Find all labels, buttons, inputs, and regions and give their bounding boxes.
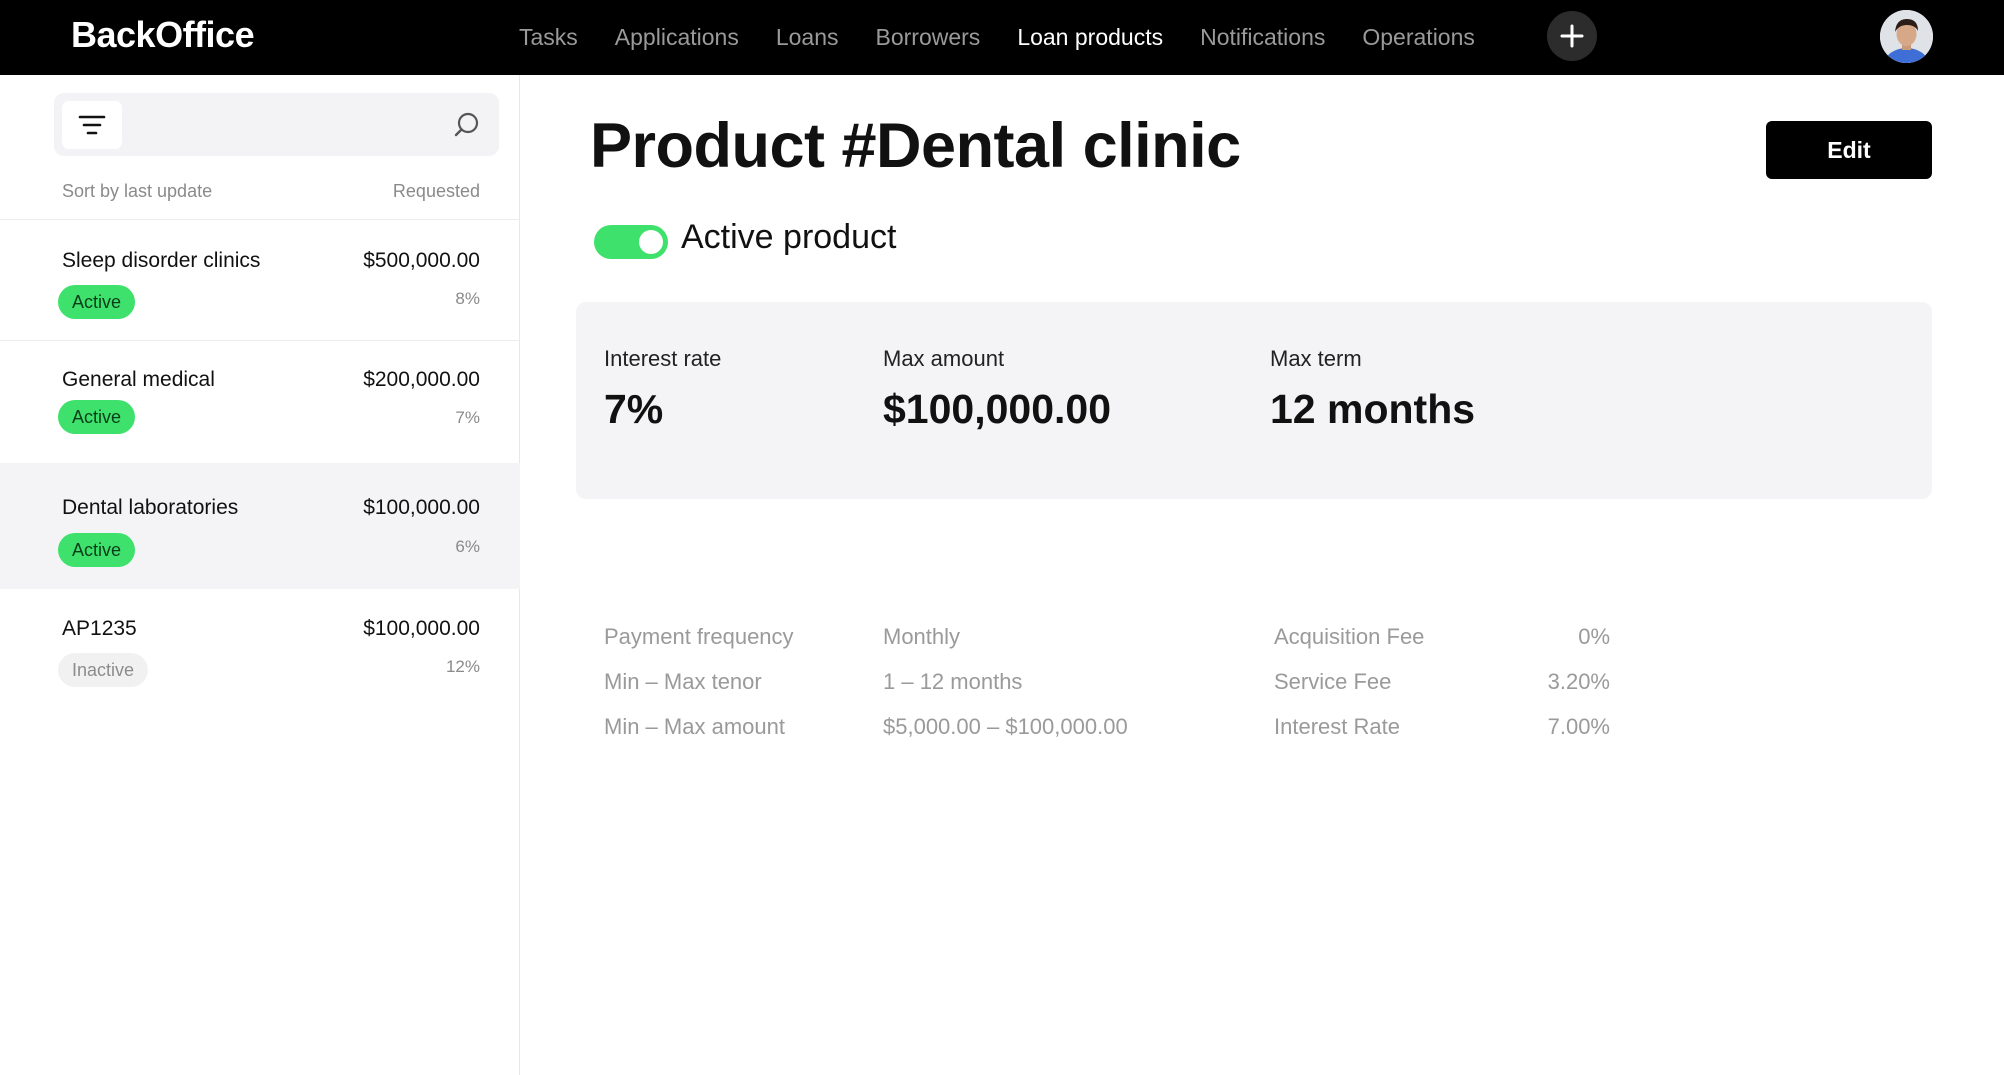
list-header: Sort by last update Requested (62, 181, 480, 202)
search-input[interactable] (132, 103, 432, 147)
detail-label: Payment frequency (604, 624, 794, 649)
nav-item-loan-products[interactable]: Loan products (1017, 24, 1163, 51)
nav-item-borrowers[interactable]: Borrowers (876, 24, 981, 51)
detail-value: $5,000.00 – $100,000.00 (883, 714, 1128, 739)
sort-by-control[interactable]: Sort by last update (62, 181, 212, 202)
plus-icon (1560, 24, 1584, 48)
user-portrait-icon (1880, 10, 1933, 63)
nav-item-operations[interactable]: Operations (1362, 24, 1475, 51)
fee-value: 7.00% (1547, 714, 1610, 739)
nav-item-applications[interactable]: Applications (615, 24, 739, 51)
user-avatar[interactable] (1880, 10, 1933, 63)
fee-label: Service Fee (1274, 669, 1392, 694)
product-list-item[interactable]: AP1235 $100,000.00 Inactive 12% (0, 589, 520, 709)
active-product-toggle[interactable] (594, 225, 668, 259)
brand-logo[interactable]: BackOffice (71, 14, 255, 56)
detail-value: 1 – 12 months (883, 669, 1023, 694)
filter-icon (78, 115, 106, 135)
search-bar (54, 93, 499, 156)
page-title: Product #Dental clinic (590, 111, 1241, 181)
top-navigation-bar: BackOffice Tasks Applications Loans Borr… (0, 0, 2004, 75)
product-name: General medical (62, 368, 215, 391)
product-list-item[interactable]: General medical $200,000.00 Active 7% (0, 341, 520, 462)
product-name: Dental laboratories (62, 496, 239, 519)
toggle-label: Active product (681, 218, 897, 256)
key-terms-card: Interest rate 7% Max amount $100,000.00 … (576, 302, 1932, 499)
fee-value: 3.20% (1547, 669, 1610, 694)
product-list-item[interactable]: Sleep disorder clinics $500,000.00 Activ… (0, 220, 520, 340)
status-badge: Active (58, 285, 136, 319)
product-rate: 12% (445, 657, 480, 676)
product-amount: $100,000.00 (363, 617, 480, 640)
toggle-knob (639, 230, 663, 254)
edit-button[interactable]: Edit (1766, 121, 1932, 179)
requested-column-label: Requested (392, 181, 480, 201)
filter-button[interactable] (62, 101, 122, 149)
status-badge: Active (58, 400, 136, 434)
stat-value-interest-rate: 7% (604, 386, 664, 432)
stat-label-max-term: Max term (1270, 346, 1362, 371)
product-rate: 8% (455, 289, 480, 308)
detail-value: Monthly (883, 624, 961, 649)
stat-label-interest-rate: Interest rate (604, 346, 722, 371)
nav-item-notifications[interactable]: Notifications (1200, 24, 1325, 51)
fee-value: 0% (1578, 624, 1610, 649)
product-name: Sleep disorder clinics (62, 249, 261, 272)
add-button[interactable] (1547, 11, 1597, 61)
status-badge: Inactive (58, 653, 149, 687)
product-amount: $200,000.00 (363, 368, 480, 391)
stat-value-max-term: 12 months (1270, 386, 1476, 432)
detail-label: Min – Max amount (604, 714, 785, 739)
product-name: AP1235 (62, 617, 137, 640)
product-rate: 6% (455, 537, 480, 556)
fee-label: Acquisition Fee (1274, 624, 1425, 649)
nav-item-loans[interactable]: Loans (776, 24, 839, 51)
stat-label-max-amount: Max amount (883, 346, 1005, 371)
main-nav: Tasks Applications Loans Borrowers Loan … (519, 0, 1512, 75)
product-list-item-selected[interactable]: Dental laboratories $100,000.00 Active 6… (0, 463, 520, 589)
product-rate: 7% (455, 408, 480, 427)
status-badge: Active (58, 533, 136, 567)
product-amount: $500,000.00 (363, 249, 480, 272)
product-amount: $100,000.00 (363, 496, 480, 519)
stat-value-max-amount: $100,000.00 (883, 386, 1112, 432)
search-icon[interactable] (452, 110, 482, 140)
fee-label: Interest Rate (1274, 714, 1400, 739)
detail-label: Min – Max tenor (604, 669, 762, 694)
nav-item-tasks[interactable]: Tasks (519, 24, 578, 51)
